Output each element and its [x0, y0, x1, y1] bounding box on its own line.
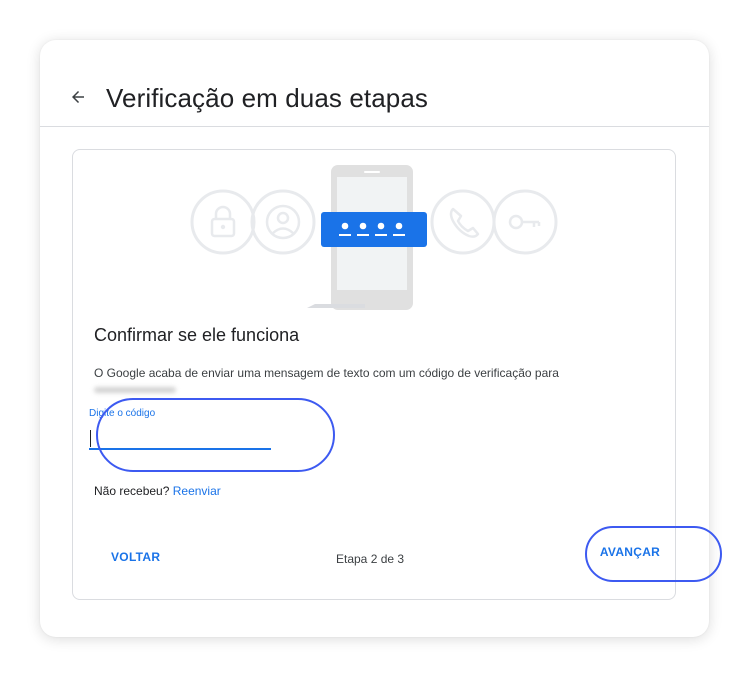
resend-prefix: Não recebeu?	[94, 484, 173, 498]
content-panel: Confirmar se ele funciona O Google acaba…	[72, 149, 722, 600]
key-icon	[492, 189, 558, 255]
next-button[interactable]: AVANÇAR	[585, 536, 675, 568]
account-icon	[250, 189, 316, 255]
arrow-back-icon[interactable]	[69, 88, 87, 106]
step-indicator: Etapa 2 de 3	[336, 552, 405, 566]
page-title: Verificação em duas etapas	[106, 83, 429, 113]
resend-row: Não recebeu? Reenviar	[94, 484, 221, 498]
lock-icon	[190, 189, 256, 255]
card-header: Verificação em duas etapas	[40, 40, 709, 127]
redacted-phone-number	[94, 387, 176, 393]
verification-code-badge	[321, 212, 427, 247]
phone-call-icon	[430, 189, 496, 255]
verification-card: Verificação em duas etapas Confirmar se …	[40, 40, 722, 637]
verification-illustration	[190, 165, 558, 310]
resend-link[interactable]: Reenviar	[173, 484, 221, 498]
code-field[interactable]: Digite o código	[89, 408, 273, 454]
instruction-text: O Google acaba de enviar uma mensagem de…	[94, 366, 559, 380]
code-field-label: Digite o código	[89, 408, 156, 419]
text-caret	[90, 430, 91, 447]
code-input[interactable]	[89, 422, 271, 450]
section-heading: Confirmar se ele funciona	[94, 325, 300, 345]
back-button[interactable]: VOLTAR	[95, 544, 176, 588]
